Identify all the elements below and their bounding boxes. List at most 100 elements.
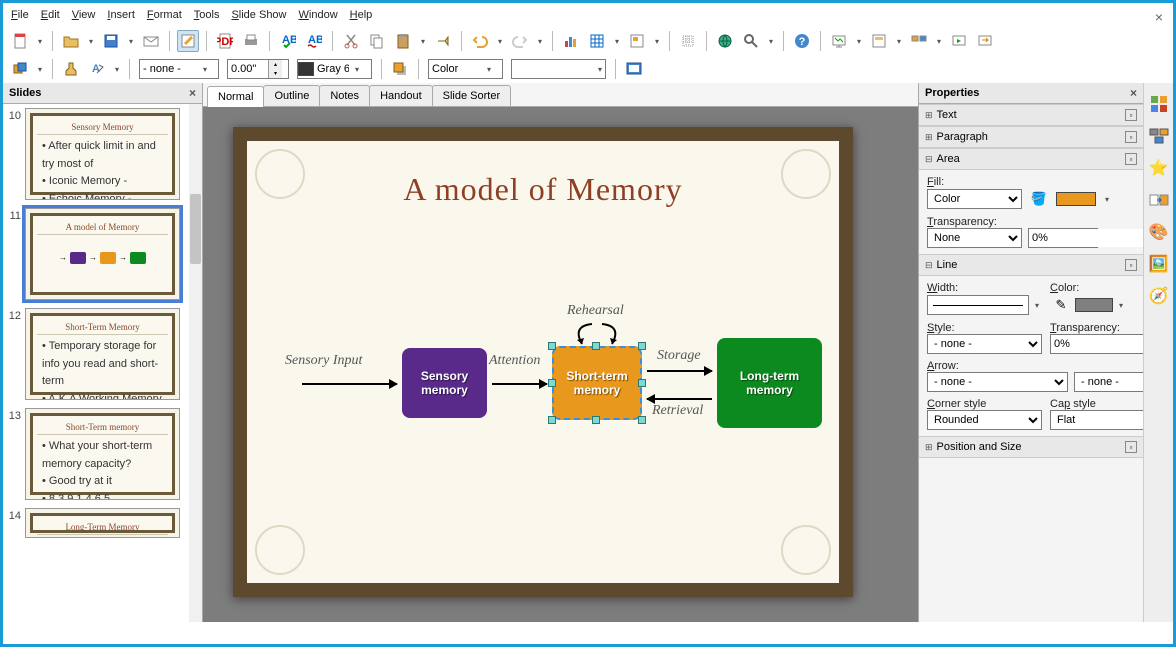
slide-thumb-13[interactable]: 13 Short-Term memory• What your short-te… [7, 408, 198, 500]
style-button[interactable]: A [86, 58, 108, 80]
hyperlink-button[interactable] [714, 30, 736, 52]
undo-dropdown[interactable]: ▾ [495, 30, 505, 52]
navigator-deck-icon[interactable]: 🧭 [1148, 285, 1170, 307]
slide-thumb-11[interactable]: 11 A model of Memory→→→ [7, 208, 198, 300]
canvas-wrap[interactable]: A model of Memory Sensory Input Sensory … [203, 107, 918, 622]
fill-color-swatch[interactable] [1056, 192, 1096, 206]
line-style-combo[interactable]: ▾ [139, 59, 219, 79]
arrow-retrieval[interactable] [647, 398, 712, 400]
tab-handout[interactable]: Handout [369, 85, 433, 106]
detail-icon[interactable]: ▫ [1125, 131, 1137, 143]
detail-icon[interactable]: ▫ [1125, 153, 1137, 165]
email-button[interactable] [140, 30, 162, 52]
gallery-deck-icon[interactable]: 🖼️ [1148, 253, 1170, 275]
master-deck-icon[interactable] [1148, 125, 1170, 147]
redo-dropdown[interactable]: ▾ [535, 30, 545, 52]
line-color-swatch[interactable] [1075, 298, 1113, 312]
glue-button[interactable] [60, 58, 82, 80]
undo-button[interactable] [469, 30, 491, 52]
transparency-value-input[interactable] [1029, 229, 1143, 247]
shadow-button[interactable] [389, 58, 411, 80]
transition-deck-icon[interactable] [1148, 189, 1170, 211]
line-color-combo[interactable]: ▾ [297, 59, 372, 79]
arrange-button[interactable] [9, 58, 31, 80]
presentation-dropdown[interactable]: ▾ [854, 30, 864, 52]
window-close-button[interactable]: × [1155, 9, 1163, 25]
save-dropdown[interactable]: ▾ [126, 30, 136, 52]
slide-canvas[interactable]: A model of Memory Sensory Input Sensory … [233, 127, 853, 597]
line-color-dropdown[interactable]: ▾ [1116, 294, 1126, 316]
arrow-rehearsal[interactable] [567, 316, 627, 346]
line-color-input[interactable] [314, 60, 352, 78]
menu-edit[interactable]: Edit [41, 9, 60, 21]
interaction-button[interactable] [974, 30, 996, 52]
arrow-end-select[interactable]: - none - [1074, 372, 1143, 392]
bucket-icon[interactable]: 🪣 [1028, 188, 1050, 210]
slide-layout-dropdown[interactable]: ▾ [894, 30, 904, 52]
selection-handle[interactable] [592, 416, 600, 424]
pencil-icon[interactable]: ✎ [1050, 294, 1072, 316]
new-button[interactable] [9, 30, 31, 52]
line-style-select[interactable]: - none - [927, 334, 1042, 354]
menu-view[interactable]: View [72, 9, 96, 21]
line-width-preview[interactable] [927, 295, 1029, 315]
line-width-dropdown[interactable]: ▾ [1032, 294, 1042, 316]
box-short-term[interactable]: Short-term memory [552, 346, 642, 420]
arrow-start-select[interactable]: - none - [927, 372, 1068, 392]
slide-thumb-14[interactable]: 14 Long-Term Memory [7, 508, 198, 538]
section-area[interactable]: ⊟Area▫ [919, 148, 1143, 170]
fill-color-combo[interactable]: ▾ [511, 59, 606, 79]
selection-handle[interactable] [548, 379, 556, 387]
fill-type-input[interactable] [429, 60, 484, 78]
menu-insert[interactable]: Insert [107, 9, 135, 21]
corner-select[interactable]: Rounded [927, 410, 1042, 430]
arrow-storage[interactable] [647, 370, 712, 372]
arrow-sensory-input[interactable] [302, 383, 397, 385]
detail-icon[interactable]: ▫ [1125, 259, 1137, 271]
tab-sorter[interactable]: Slide Sorter [432, 85, 511, 106]
cap-select[interactable]: Flat [1050, 410, 1143, 430]
clone-format-button[interactable] [432, 30, 454, 52]
line-width-combo[interactable]: ▴▾ [227, 59, 289, 79]
ole-button[interactable] [626, 30, 648, 52]
menu-file[interactable]: File [11, 9, 29, 21]
paste-dropdown[interactable]: ▾ [418, 30, 428, 52]
line-width-input[interactable] [228, 60, 268, 78]
slides-panel-close[interactable]: × [189, 86, 196, 100]
table-dropdown[interactable]: ▾ [612, 30, 622, 52]
selection-handle[interactable] [548, 342, 556, 350]
redo-button[interactable] [509, 30, 531, 52]
animation-deck-icon[interactable]: ⭐ [1148, 157, 1170, 179]
fill-color-dropdown[interactable]: ▾ [1102, 188, 1112, 210]
selection-handle[interactable] [548, 416, 556, 424]
transparency-type-select[interactable]: None [927, 228, 1022, 248]
tab-notes[interactable]: Notes [319, 85, 370, 106]
autospell-button[interactable]: ABC [303, 30, 325, 52]
grid-button[interactable] [677, 30, 699, 52]
slide-thumb-10[interactable]: 10 Sensory Memory• After quick limit in … [7, 108, 198, 200]
line-style-input[interactable] [140, 60, 200, 78]
box-long-term[interactable]: Long-term memory [717, 338, 822, 428]
section-line[interactable]: ⊟Line▫ [919, 254, 1143, 276]
menu-window[interactable]: Window [299, 9, 338, 21]
zoom-button[interactable] [740, 30, 762, 52]
cut-button[interactable] [340, 30, 362, 52]
detail-icon[interactable]: ▫ [1125, 109, 1137, 121]
selection-handle[interactable] [638, 342, 646, 350]
ole-dropdown[interactable]: ▾ [652, 30, 662, 52]
open-button[interactable] [60, 30, 82, 52]
slides-scrollbar[interactable] [189, 104, 202, 622]
menu-tools[interactable]: Tools [194, 9, 220, 21]
style-dropdown[interactable]: ▾ [112, 58, 122, 80]
new-dropdown[interactable]: ▾ [35, 30, 45, 52]
section-text[interactable]: ⊞Text▫ [919, 104, 1143, 126]
slide-title-text[interactable]: A model of Memory [247, 141, 839, 228]
line-trans-input[interactable] [1051, 335, 1143, 353]
menu-format[interactable]: Format [147, 9, 182, 21]
fill-type-select[interactable]: Color [927, 189, 1022, 209]
animation-button[interactable] [948, 30, 970, 52]
slideshow-button[interactable] [623, 58, 645, 80]
styles-deck-icon[interactable]: 🎨 [1148, 221, 1170, 243]
properties-deck-icon[interactable] [1148, 93, 1170, 115]
tab-normal[interactable]: Normal [207, 86, 264, 107]
